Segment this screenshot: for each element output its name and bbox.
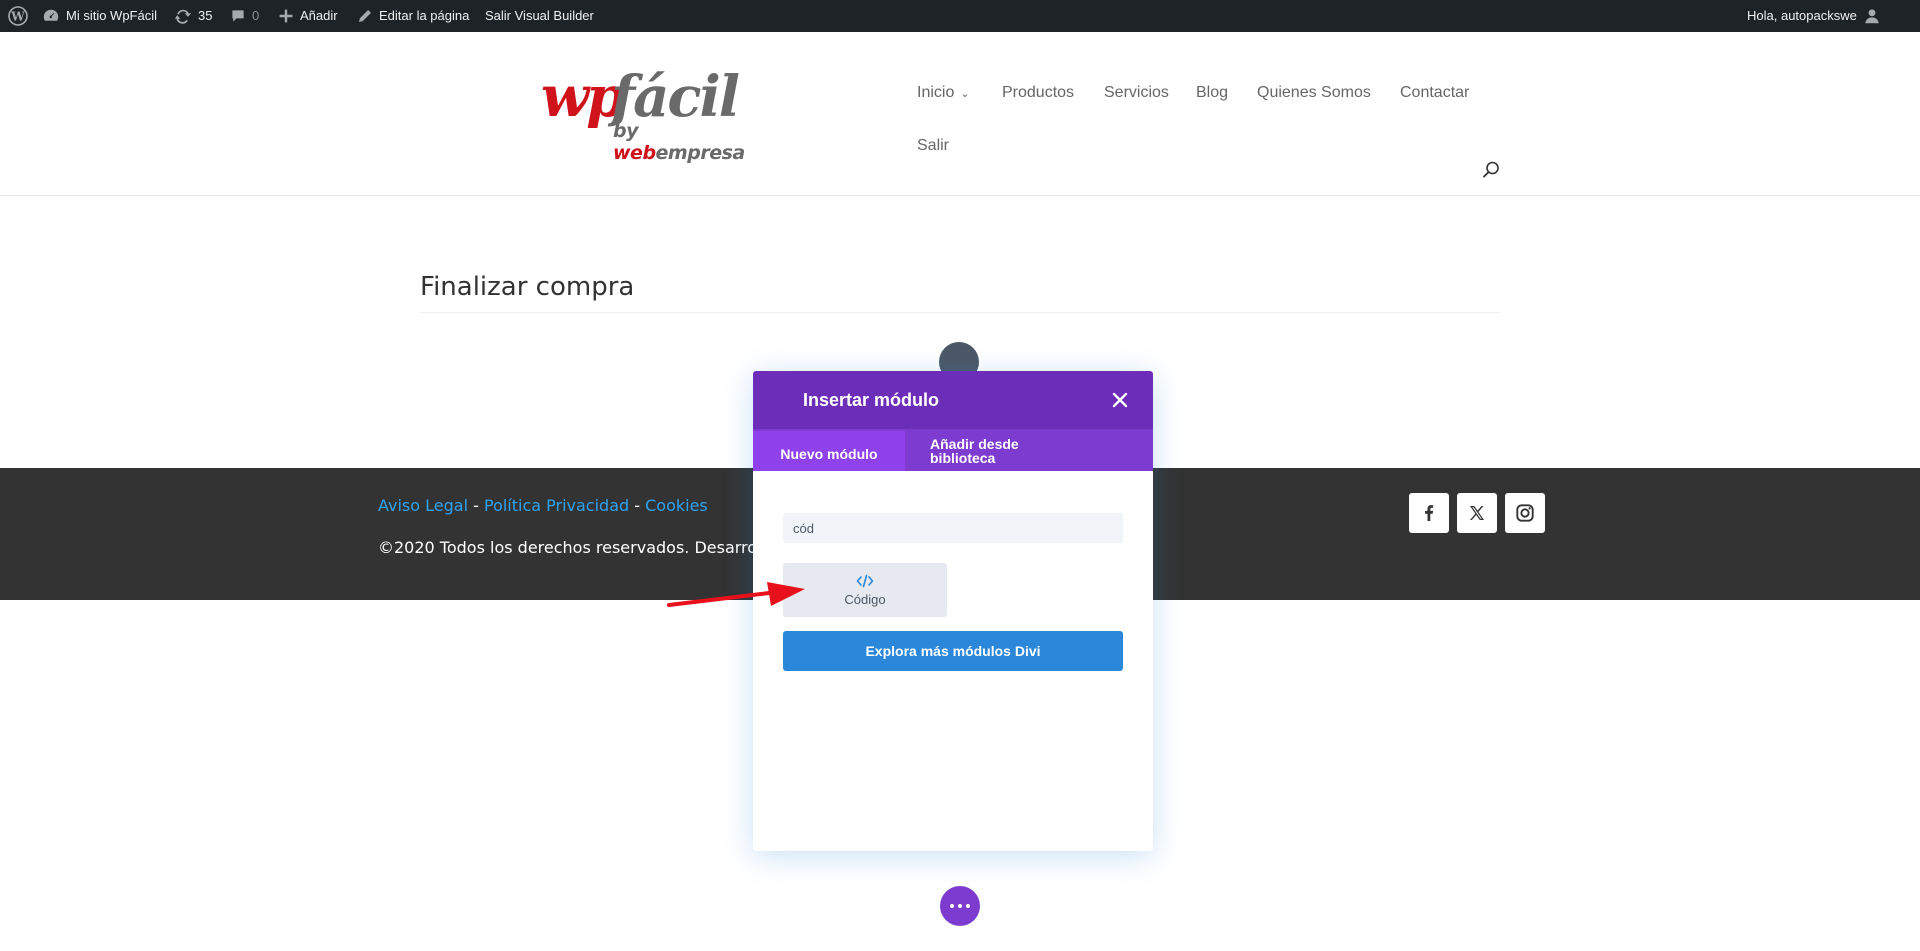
x-twitter-icon bbox=[1470, 506, 1484, 520]
chevron-down-icon: ⌄ bbox=[960, 88, 970, 100]
user-account-menu[interactable]: Hola, autopackswe bbox=[1747, 0, 1881, 32]
svg-text:W: W bbox=[10, 10, 25, 24]
add-new-menu[interactable]: Añadir bbox=[278, 0, 338, 32]
nav-item-productos[interactable]: Productos bbox=[1002, 84, 1074, 102]
dot-icon bbox=[958, 904, 962, 908]
module-codigo-button[interactable]: Código bbox=[783, 563, 947, 617]
instagram-icon bbox=[1516, 504, 1534, 522]
edit-page-link[interactable]: Editar la página bbox=[357, 0, 469, 32]
footer-links: Aviso Legal - Política Privacidad - Cook… bbox=[378, 496, 708, 515]
page-title: Finalizar compra bbox=[420, 272, 635, 302]
title-divider bbox=[420, 312, 1500, 313]
dot-icon bbox=[966, 904, 970, 908]
footer-link-privacidad[interactable]: Política Privacidad bbox=[484, 496, 629, 515]
site-header: wp fácil by webempresa Inicio ⌄ Productos… bbox=[0, 32, 1920, 196]
user-avatar-icon bbox=[1865, 9, 1879, 24]
footer-link-cookies[interactable]: Cookies bbox=[645, 496, 708, 515]
site-logo[interactable]: wp fácil by webempresa bbox=[541, 62, 773, 164]
user-greeting: Hola, autopackswe bbox=[1747, 8, 1857, 23]
explore-divi-modules-button[interactable]: Explora más módulos Divi bbox=[783, 631, 1123, 671]
modal-tabs: Nuevo módulo Añadir desde biblioteca bbox=[753, 429, 1153, 471]
facebook-button[interactable] bbox=[1409, 493, 1449, 533]
code-icon bbox=[856, 574, 874, 587]
logo-by: by bbox=[613, 120, 639, 142]
x-twitter-button[interactable] bbox=[1457, 493, 1497, 533]
comments-count: 0 bbox=[252, 8, 260, 23]
tab-anadir-desde-biblioteca[interactable]: Añadir desde biblioteca bbox=[930, 437, 1060, 465]
facebook-icon bbox=[1425, 505, 1434, 521]
site-name-label: Mi sitio WpFácil bbox=[66, 8, 158, 23]
nav-item-blog[interactable]: Blog bbox=[1196, 84, 1228, 102]
builder-settings-button[interactable] bbox=[940, 886, 980, 926]
logo-byline: by webempresa bbox=[613, 120, 773, 164]
comment-icon bbox=[232, 10, 244, 22]
nav-item-salir[interactable]: Salir bbox=[917, 137, 949, 155]
site-name-menu[interactable]: Mi sitio WpFácil bbox=[42, 0, 157, 32]
main-nav: Inicio ⌄ Productos Servicios Blog Quienes… bbox=[917, 32, 1477, 196]
modal-header: Insertar módulo bbox=[753, 371, 1153, 429]
dot-icon bbox=[950, 904, 954, 908]
exit-visual-builder-link[interactable]: Salir Visual Builder bbox=[485, 0, 594, 32]
footer-link-aviso-legal[interactable]: Aviso Legal bbox=[378, 496, 468, 515]
comments-menu[interactable]: 0 bbox=[230, 0, 259, 32]
updates-menu[interactable]: 35 bbox=[174, 0, 212, 32]
modal-title: Insertar módulo bbox=[803, 390, 940, 410]
edit-page-label: Editar la página bbox=[379, 8, 470, 23]
footer-separator: - bbox=[468, 496, 484, 515]
nav-item-label: Inicio bbox=[917, 84, 955, 101]
updates-icon bbox=[174, 9, 192, 24]
instagram-button[interactable] bbox=[1505, 493, 1545, 533]
annotation-arrow bbox=[667, 582, 805, 607]
logo-web: web bbox=[613, 142, 656, 164]
wordpress-logo-icon[interactable]: W bbox=[8, 0, 28, 32]
plus-icon bbox=[279, 9, 293, 23]
nav-item-contactar[interactable]: Contactar bbox=[1400, 84, 1469, 102]
nav-item-servicios[interactable]: Servicios bbox=[1104, 84, 1169, 102]
footer-separator: - bbox=[629, 496, 646, 515]
exit-visual-builder-label: Salir Visual Builder bbox=[485, 8, 594, 23]
add-new-label: Añadir bbox=[300, 8, 338, 23]
pencil-icon bbox=[359, 10, 371, 22]
logo-empresa: empresa bbox=[655, 142, 746, 164]
tab-nuevo-modulo[interactable]: Nuevo módulo bbox=[753, 431, 905, 471]
dashboard-icon bbox=[43, 9, 59, 21]
wp-admin-bar: W Mi sitio WpFácil 35 0 Añadir Editar la… bbox=[0, 0, 1920, 32]
module-codigo-label: Código bbox=[844, 591, 886, 607]
insert-module-modal: Insertar módulo Nuevo módulo Añadir desd… bbox=[753, 371, 1153, 851]
search-icon[interactable] bbox=[1481, 160, 1501, 180]
close-icon[interactable] bbox=[1111, 391, 1129, 409]
footer-copyright: ©2020 Todos los derechos reservados. Des… bbox=[378, 538, 758, 557]
module-search-input[interactable] bbox=[783, 513, 1123, 543]
nav-item-quienes-somos[interactable]: Quienes Somos bbox=[1257, 84, 1371, 102]
nav-item-inicio[interactable]: Inicio ⌄ bbox=[917, 84, 970, 102]
updates-count: 35 bbox=[198, 8, 213, 23]
